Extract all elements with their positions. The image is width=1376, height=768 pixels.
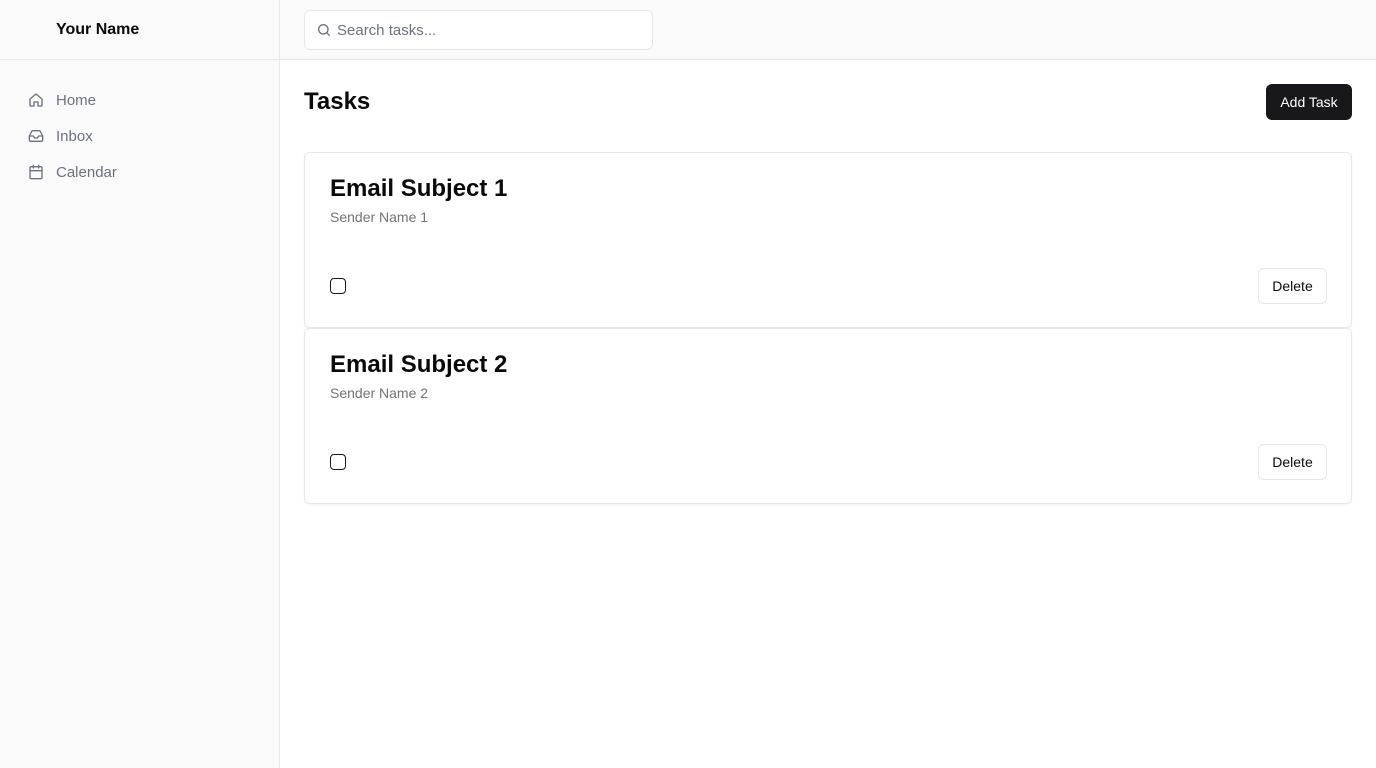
sidebar-item-label: Inbox xyxy=(56,127,93,145)
sidebar-nav: Home Inbox Calendar xyxy=(0,60,279,190)
search-box xyxy=(304,10,653,50)
delete-button[interactable]: Delete xyxy=(1258,444,1327,480)
calendar-icon xyxy=(28,164,44,180)
inbox-icon xyxy=(28,128,44,144)
task-card: Email Subject 1 Sender Name 1 Delete xyxy=(304,152,1352,328)
search-icon xyxy=(316,22,332,38)
sidebar-item-home[interactable]: Home xyxy=(0,82,279,118)
sidebar-item-inbox[interactable]: Inbox xyxy=(0,118,279,154)
app: Your Name Home Inbox Calendar Search tas… xyxy=(0,0,1376,768)
sidebar-item-calendar[interactable]: Calendar xyxy=(0,154,279,190)
task-list: Email Subject 1 Sender Name 1 Delete Ema… xyxy=(304,152,1352,504)
user-name: Your Name xyxy=(56,20,140,38)
search-input[interactable] xyxy=(337,11,647,49)
task-subject: Email Subject 1 xyxy=(330,175,508,202)
sidebar-item-label: Calendar xyxy=(56,163,117,181)
sidebar-header: Your Name xyxy=(0,0,279,60)
task-checkbox[interactable] xyxy=(330,454,346,470)
task-card: Email Subject 2 Sender Name 2 Delete xyxy=(304,328,1352,504)
task-checkbox[interactable] xyxy=(330,278,346,294)
home-icon xyxy=(28,92,44,108)
task-subject: Email Subject 2 xyxy=(330,351,508,378)
page-title: Tasks xyxy=(304,88,371,115)
main-content: Tasks Add Task Email Subject 1 Sender Na… xyxy=(280,60,1376,768)
sidebar: Your Name Home Inbox Calendar xyxy=(0,0,280,768)
task-sender: Sender Name 2 xyxy=(330,385,429,401)
add-task-button[interactable]: Add Task xyxy=(1266,84,1352,120)
sidebar-item-label: Home xyxy=(56,91,97,109)
topbar xyxy=(280,0,1376,60)
task-sender: Sender Name 1 xyxy=(330,209,429,225)
delete-button[interactable]: Delete xyxy=(1258,268,1327,304)
